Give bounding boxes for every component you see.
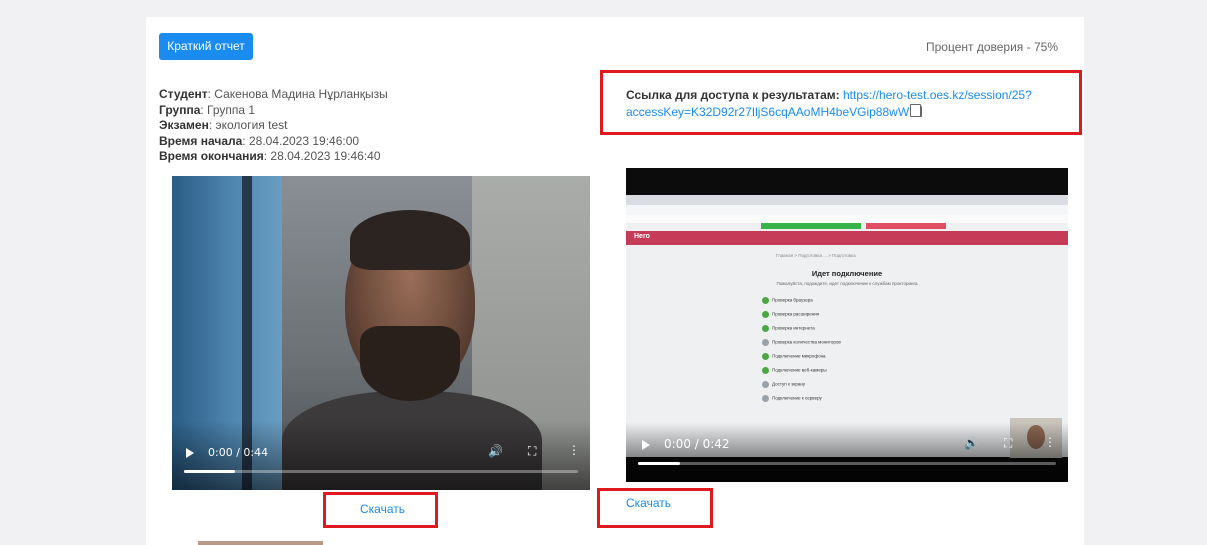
access-link-label: Ссылка для доступа к результатам:	[626, 88, 840, 102]
info-row-end: Время окончания: 28.04.2023 19:46:40	[159, 149, 381, 163]
screen-title: Идет подключение	[811, 269, 883, 278]
fullscreen-icon[interactable]: ⛶	[1004, 436, 1012, 451]
screen-capture: Hero Главная > Подготовка ... > Подготов…	[626, 195, 1068, 458]
screen-check-item: Доступ к экрану	[762, 381, 805, 393]
info-row-exam: Экзамен: экология test	[159, 118, 288, 132]
screen-check-item: Проверка расширения	[762, 311, 819, 323]
fullscreen-icon[interactable]: ⛶	[528, 444, 536, 459]
screen-video-player[interactable]: Hero Главная > Подготовка ... > Подготов…	[626, 168, 1068, 482]
screen-logo: Hero	[634, 233, 650, 240]
video-time: 0:00 / 0:42	[664, 437, 730, 451]
screen-check-item: Подключение веб-камеры	[762, 367, 827, 379]
video-progress-bar[interactable]	[638, 462, 1056, 465]
download-webcam-link[interactable]: Скачать	[360, 502, 405, 516]
brief-report-button[interactable]: Краткий отчет	[159, 33, 253, 60]
play-icon[interactable]	[642, 440, 650, 450]
download-screen-link[interactable]: Скачать	[626, 496, 671, 510]
screen-check-item: Проверка интернета	[762, 325, 815, 337]
video-progress-fill	[638, 462, 680, 465]
screen-breadcrumb: Главная > Подготовка ... > Подготовка	[776, 253, 856, 258]
more-options-icon[interactable]: ⋮	[1044, 435, 1056, 449]
video-controls: 0:00 / 0:44 🔊 ⛶ ⋮	[172, 438, 590, 468]
info-row-student: Студент: Сакенова Мадина Нұрланқызы	[159, 87, 388, 101]
screen-subtitle: Пожалуйста, подождите, идет подключение …	[776, 281, 918, 286]
copy-icon[interactable]	[910, 104, 923, 117]
student-info: Студент: Сакенова Мадина Нұрланқызы Груп…	[159, 87, 388, 165]
video-controls: 0:00 / 0:42 🔊 ⛶ ⋮	[626, 430, 1068, 460]
more-options-icon[interactable]: ⋮	[568, 443, 580, 457]
volume-icon[interactable]: 🔊	[964, 436, 979, 450]
video-progress-fill	[184, 470, 236, 473]
access-link-block: Ссылка для доступа к результатам: https:…	[626, 87, 1046, 121]
video-time: 0:00 / 0:44	[208, 446, 269, 459]
trust-percent: Процент доверия - 75%	[926, 40, 1058, 54]
screen-check-item: Подключение микрофона	[762, 353, 826, 365]
play-icon[interactable]	[186, 448, 194, 458]
info-row-group: Группа: Группа 1	[159, 102, 256, 117]
video-progress-bar[interactable]	[184, 470, 578, 473]
screen-check-item: Проверка браузера	[762, 297, 813, 309]
screen-check-item: Подключение к серверу	[762, 395, 822, 407]
next-video-thumbnail	[198, 541, 323, 545]
volume-icon[interactable]: 🔊	[488, 444, 503, 458]
info-row-start: Время начала: 28.04.2023 19:46:00	[159, 133, 360, 148]
webcam-video-player[interactable]: 0:00 / 0:44 🔊 ⛶ ⋮	[172, 176, 590, 490]
screen-check-item: Проверка количества мониторов	[762, 339, 841, 351]
